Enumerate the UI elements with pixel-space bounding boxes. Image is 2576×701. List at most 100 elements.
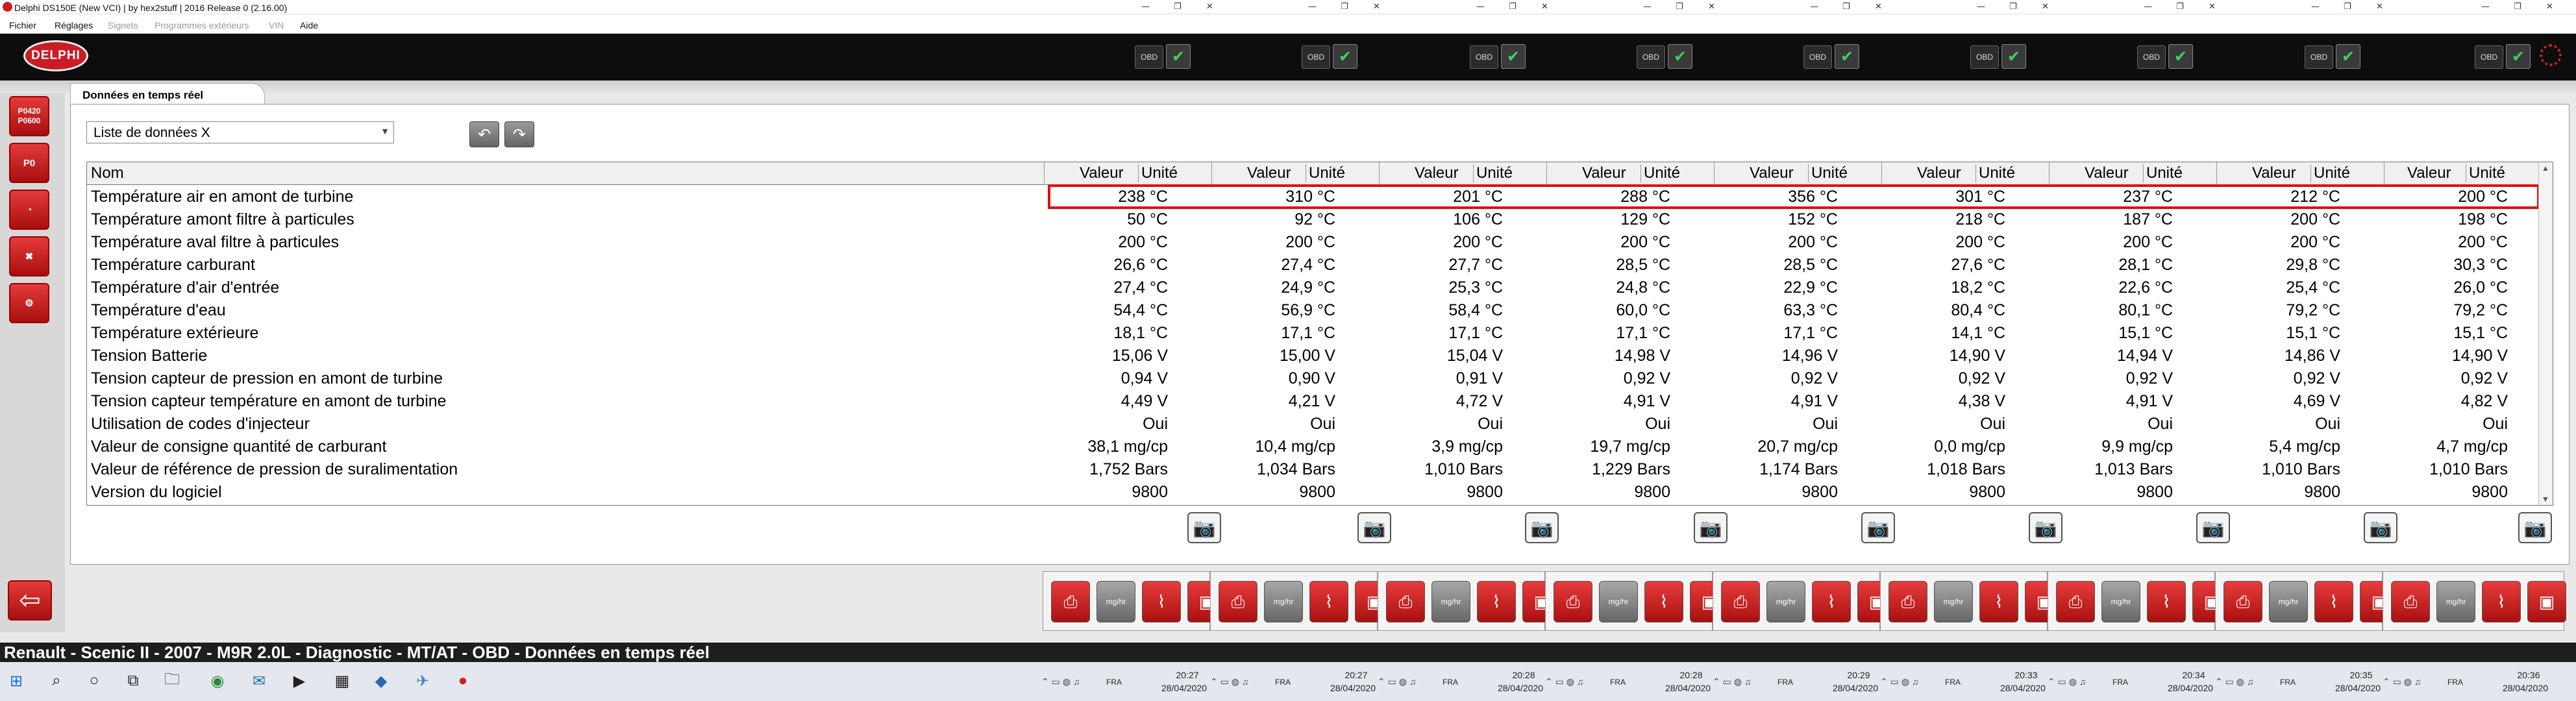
snapshot-camera-button[interactable]: 📷 [2029,512,2062,543]
maximize-icon[interactable]: ❐ [1676,2,1683,12]
language-indicator[interactable]: FRA [2112,678,2128,687]
tray-icons[interactable]: ⌃ ▭ ◍ ♫ [2048,676,2086,687]
menu-vin[interactable]: VIN [269,20,284,31]
table-row[interactable]: Température aval filtre à particules 200 … [87,231,2540,254]
language-indicator[interactable]: FRA [1275,678,1291,687]
graph-button[interactable]: ⌇ [1812,581,1851,622]
tray-icons[interactable]: ⌃ ▭ ◍ ♫ [2383,676,2421,687]
print-button[interactable]: ⎙ [2056,581,2095,622]
close-icon[interactable]: ✕ [2546,2,2553,12]
maximize-icon[interactable]: ❐ [1174,2,1182,12]
close-icon[interactable]: ✕ [1373,2,1380,12]
graph-button[interactable]: ⌇ [1644,581,1683,622]
close-icon[interactable]: ✕ [1541,2,1548,12]
print-button[interactable]: ⎙ [2223,581,2262,622]
tray-icons[interactable]: ⌃ ▭ ◍ ♫ [1545,676,1583,687]
calendar-icon[interactable]: ▦ [332,671,352,691]
graph-button[interactable]: ⌇ [1979,581,2018,622]
print-button[interactable]: ⎙ [2391,581,2430,622]
menu-aide[interactable]: Aide [300,20,318,31]
task-view-icon[interactable]: ⧉ [123,671,143,691]
maximize-icon[interactable]: ❐ [2344,2,2351,12]
minimize-icon[interactable]: — [2311,2,2320,12]
clock-time[interactable]: 20:28 [1662,670,1720,680]
close-icon[interactable]: ✕ [1206,2,1213,12]
language-indicator[interactable]: FRA [1443,678,1458,687]
menu-reglages[interactable]: Réglages [55,20,93,31]
table-row[interactable]: Valeur de référence de pression de sural… [87,458,2540,481]
record-button[interactable]: ▣ [2527,581,2566,622]
clock-time[interactable]: 20:29 [1829,670,1888,680]
clock-time[interactable]: 20:33 [1997,670,2055,680]
live-data-button[interactable]: ◔ [9,190,49,230]
language-indicator[interactable]: FRA [2280,678,2296,687]
snapshot-camera-button[interactable]: 📷 [1187,512,1221,543]
fault-codes-button[interactable]: P0420 P0600 [9,96,49,136]
tray-icons[interactable]: ⌃ ▭ ◍ ♫ [1378,676,1416,687]
unit-toggle-button[interactable]: mg/hr [1096,581,1135,622]
close-icon[interactable]: ✕ [1708,2,1715,12]
maximize-icon[interactable]: ❐ [2009,2,2017,12]
adjustment-button[interactable]: ⚙ [9,283,49,323]
clock-date[interactable]: 28/04/2020 [2490,683,2561,693]
windows-start-icon[interactable]: ⊞ [6,671,26,691]
menu-fichier[interactable]: Fichier [9,20,36,31]
close-icon[interactable]: ✕ [2209,2,2216,12]
snapshot-camera-button[interactable]: 📷 [1357,512,1391,543]
clock-time[interactable]: 20:34 [2164,670,2223,680]
graph-button[interactable]: ⌇ [2147,581,2186,622]
clock-time[interactable]: 20:27 [1158,670,1217,680]
table-row[interactable]: Tension capteur de pression en amont de … [87,367,2540,390]
delphi-running-icon[interactable]: ● [453,671,473,691]
close-icon[interactable]: ✕ [2042,2,2049,12]
print-button[interactable]: ⎙ [1219,581,1257,622]
undo-button[interactable]: ↶ [469,121,499,147]
print-button[interactable]: ⎙ [1554,581,1592,622]
table-row[interactable]: Température extérieure 18,1 °C 17,1 °C 17,1… [87,322,2540,345]
snapshot-camera-button[interactable]: 📷 [2196,512,2230,543]
language-indicator[interactable]: FRA [2447,678,2463,687]
table-row[interactable]: Température d'eau 54,4 °C 56,9 °C 58,4 °C 60… [87,299,2540,322]
tray-icons[interactable]: ⌃ ▭ ◍ ♫ [1041,676,1080,687]
scroll-down-icon[interactable]: ▼ [2542,495,2549,504]
cortana-icon[interactable]: ○ [84,671,104,691]
minimize-icon[interactable]: — [1810,2,1818,12]
table-row[interactable]: Version du logiciel 9800 9800 9800 9800 9800 9… [87,481,2540,504]
snapshot-camera-button[interactable]: 📷 [1694,512,1728,543]
close-icon[interactable]: ✕ [2376,2,2383,12]
minimize-icon[interactable]: — [1476,2,1485,12]
unit-toggle-button[interactable]: mg/hr [1766,581,1805,622]
mail-icon[interactable]: ✉ [249,671,269,691]
table-row[interactable]: Tension Batterie 15,06 V 15,00 V 15,04 V 14,… [87,345,2540,367]
clock-time[interactable]: 20:35 [2332,670,2390,680]
delphi-app-icon[interactable]: ✈ [413,671,432,691]
redo-button[interactable]: ↷ [504,121,534,147]
actuator-test-button[interactable]: ✖ [9,236,49,277]
unit-toggle-button[interactable]: mg/hr [2101,581,2140,622]
snapshot-camera-button[interactable]: 📷 [2364,512,2397,543]
unit-toggle-button[interactable]: mg/hr [1431,581,1470,622]
graph-button[interactable]: ⌇ [1309,581,1348,622]
maximize-icon[interactable]: ❐ [2176,2,2184,12]
maximize-icon[interactable]: ❐ [2514,2,2521,12]
graph-button[interactable]: ⌇ [2482,581,2521,622]
tray-icons[interactable]: ⌃ ▭ ◍ ♫ [2215,676,2253,687]
table-row[interactable]: Utilisation de codes d'injecteur Oui Oui Ou… [87,413,2540,436]
minimize-icon[interactable]: — [1643,2,1652,12]
print-button[interactable]: ⎙ [1889,581,1927,622]
clock-date[interactable]: 28/04/2020 [1148,683,1220,693]
unit-toggle-button[interactable]: mg/hr [1264,581,1303,622]
language-indicator[interactable]: FRA [1945,678,1961,687]
menu-signets[interactable]: Signets [108,20,138,31]
file-explorer-icon[interactable]: 🗀 [162,670,182,691]
dataset-select[interactable]: Liste de données X ▼ [86,121,394,143]
chrome-icon[interactable]: ◉ [208,671,227,691]
unit-toggle-button[interactable]: mg/hr [1934,581,1973,622]
minimize-icon[interactable]: — [2144,2,2152,12]
close-icon[interactable]: ✕ [1875,2,1882,12]
clock-time[interactable]: 20:36 [2499,670,2558,680]
grid-vertical-scrollbar[interactable]: ▲ ▼ [2538,162,2553,505]
graph-button[interactable]: ⌇ [1477,581,1516,622]
unit-toggle-button[interactable]: mg/hr [2269,581,2308,622]
search-icon[interactable]: ⌕ [47,671,66,691]
